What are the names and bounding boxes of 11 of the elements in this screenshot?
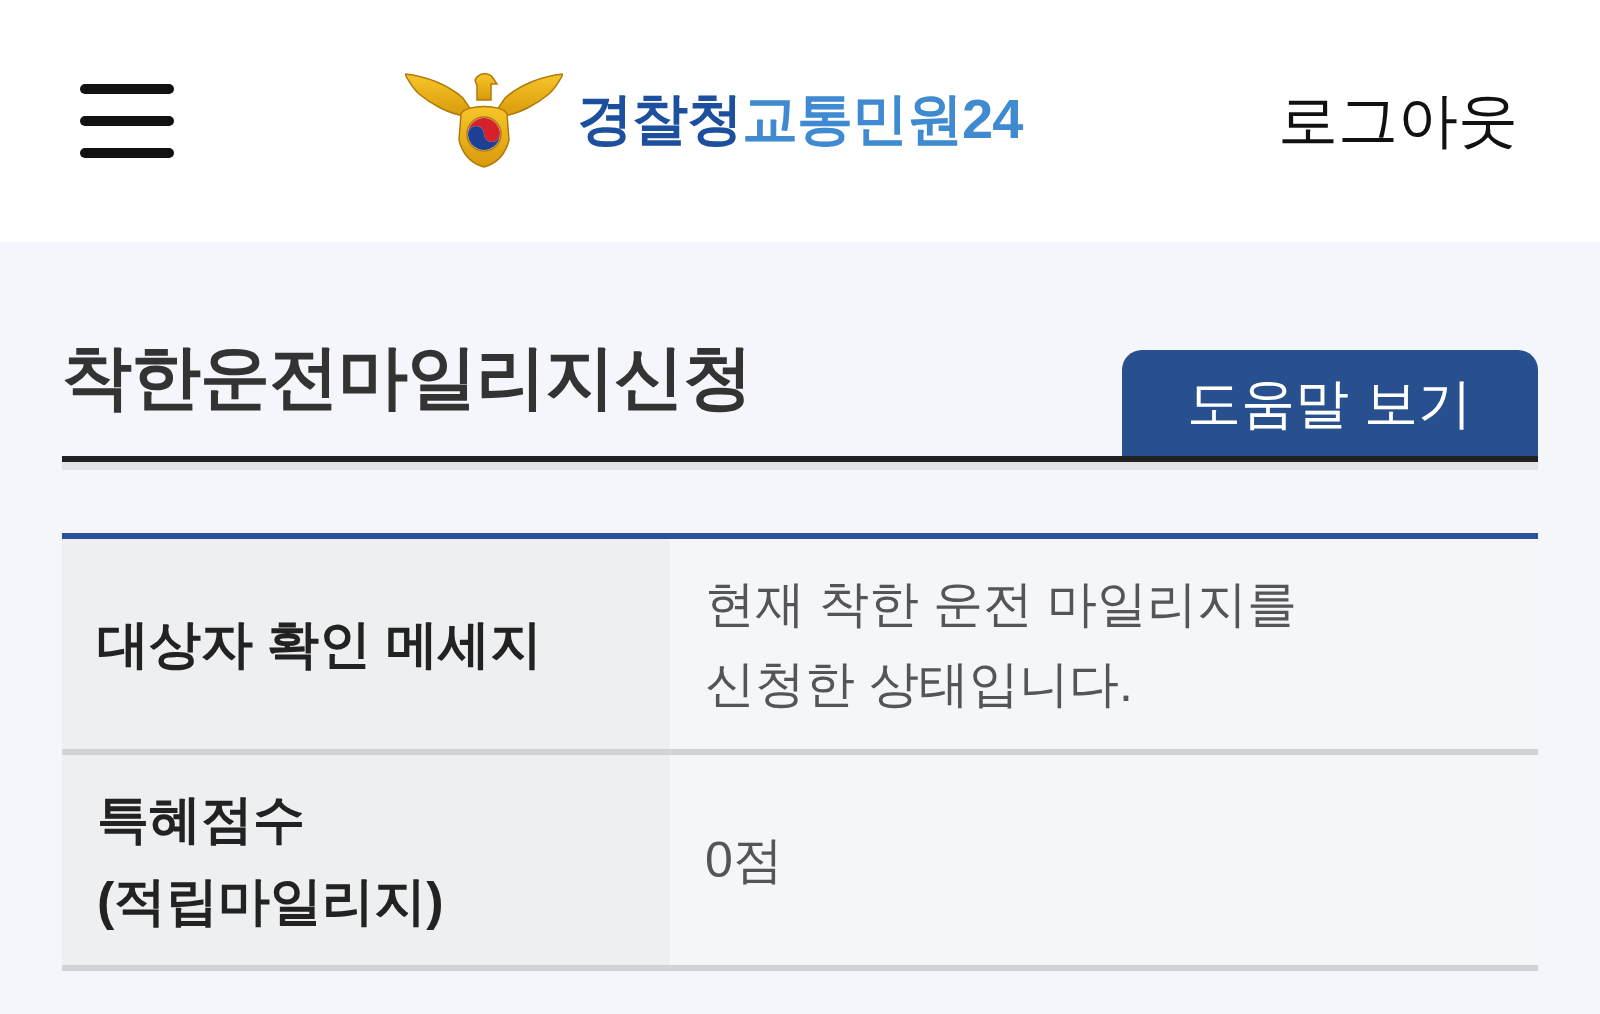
eagle-emblem-icon: [405, 70, 563, 168]
logout-link[interactable]: 로그아웃: [1278, 91, 1518, 151]
logo-text: 경찰청교통민원24: [577, 91, 1023, 147]
row-label: 대상자 확인 메세지: [97, 614, 542, 675]
help-button[interactable]: 도움말 보기: [1122, 350, 1538, 456]
row-value: 현재 착한 운전 마일리지를 신청한 상태입니다.: [705, 575, 1298, 714]
menu-button[interactable]: [80, 84, 174, 158]
row-value: 0점: [705, 831, 783, 890]
menu-icon: [80, 84, 174, 158]
row-label: 특혜점수 (적립마일리지): [97, 789, 445, 932]
page-title: 착한운전마일리지신청: [62, 342, 752, 418]
